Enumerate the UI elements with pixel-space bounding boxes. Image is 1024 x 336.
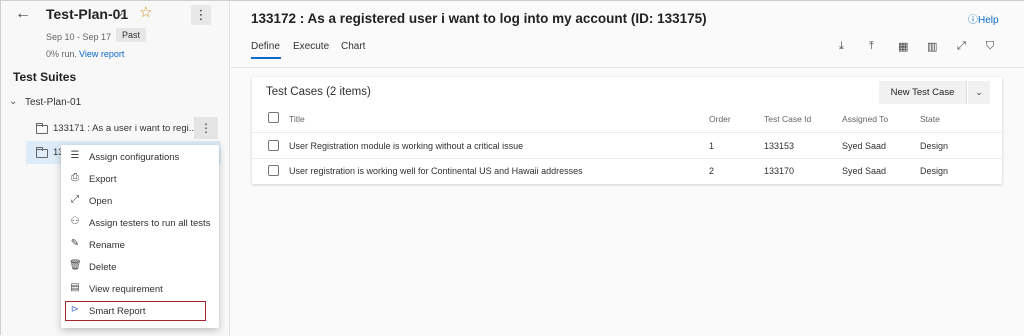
tree-suite-item[interactable]: 133171 : As a user i want to regi... [53,123,197,134]
menu-item-export[interactable]: ⎙ Export [61,168,219,190]
select-all-checkbox[interactable] [268,112,279,123]
folder-icon [36,147,48,158]
tab-chart[interactable]: Chart [341,41,365,52]
list-icon: ☰ [70,150,80,161]
menu-item-view-requirement[interactable]: ▤ View requirement [61,278,219,300]
divider [252,132,1002,133]
upload-icon[interactable]: ⤒ [869,40,874,53]
row-order: 1 [709,141,715,151]
row-state: Design [920,141,949,151]
test-cases-card: Test Cases (2 items) New Test Case ⌄ Tit… [252,77,1002,184]
active-tab-indicator [251,57,281,59]
row-test-case-id: 133153 [764,141,795,151]
tree-expand-icon[interactable]: ⌄ [9,96,17,107]
test-suites-heading: Test Suites [13,70,77,84]
tab-define[interactable]: Define [251,41,280,52]
menu-item-smart-report[interactable]: ⊳ Smart Report [64,300,207,322]
page-title: 133172 : As a registered user i want to … [251,11,707,26]
view-report-link[interactable]: View report [79,49,124,59]
row-assigned-to: Syed Saad [842,141,887,151]
fullscreen-icon[interactable]: ⤢ [957,40,966,53]
tab-execute[interactable]: Execute [293,41,329,52]
divider [230,67,1024,68]
plan-dates: Sep 10 - Sep 17 [46,32,112,42]
run-percentage: 0% run. [46,49,78,59]
back-arrow-icon[interactable]: ← [15,5,31,23]
row-state: Design [920,166,949,176]
star-icon[interactable]: ☆ [139,3,152,21]
rename-icon: ✎ [70,238,80,249]
download-icon[interactable]: ⤓ [839,40,844,53]
left-panel: ← Test-Plan-01 ⌄ ☆ ⋮ Sep 10 - Sep 17 Pas… [1,1,230,336]
assign-testers-icon: ⚇ [70,216,80,227]
column-options-icon[interactable]: ▥ [927,40,937,53]
column-header-title[interactable]: Title [289,114,305,124]
status-badge: Past [116,28,147,42]
folder-icon [36,123,48,134]
row-assigned-to: Syed Saad [842,166,887,176]
filter-icon[interactable]: ⛉ [986,40,994,53]
row-title[interactable]: User Registration module is working with… [289,141,523,151]
document-icon: ▤ [70,282,80,293]
help-icon: ⓘ [968,15,978,26]
expand-icon: ⤢ [71,194,79,205]
grid-icon[interactable]: ▦ [898,40,908,53]
new-test-case-button[interactable]: New Test Case [879,81,967,104]
row-title[interactable]: User registration is working well for Co… [289,166,583,176]
row-test-case-id: 133170 [764,166,795,176]
column-header-assigned-to[interactable]: Assigned To [842,114,888,124]
chevron-down-icon[interactable]: ⌄ [115,5,125,19]
chevron-down-icon[interactable]: ⌄ [968,81,990,104]
context-menu: ☰ Assign configurations ⎙ Export ⤢ Open … [61,145,219,328]
plan-more-button[interactable]: ⋮ [191,5,211,25]
row-checkbox[interactable] [268,165,279,176]
row-checkbox[interactable] [268,140,279,151]
smart-report-icon: ⊳ [70,304,80,315]
column-header-state[interactable]: State [920,114,940,124]
main-panel: 133172 : As a registered user i want to … [230,1,1024,336]
menu-item-delete[interactable]: 🗑 Delete [61,256,219,278]
column-header-test-case-id[interactable]: Test Case Id [764,114,811,124]
menu-item-assign-testers[interactable]: ⚇ Assign testers to run all tests [61,212,219,234]
menu-item-open[interactable]: ⤢ Open [61,190,219,212]
trash-icon: 🗑 [69,260,82,271]
menu-item-rename[interactable]: ✎ Rename [61,234,219,256]
menu-item-assign-configurations[interactable]: ☰ Assign configurations [61,146,219,168]
print-icon: ⎙ [71,172,79,183]
column-header-order[interactable]: Order [709,114,731,124]
suite-more-button[interactable]: ⋮ [194,117,218,139]
help-link[interactable]: ⓘHelp [968,11,999,26]
tree-plan-node[interactable]: Test-Plan-01 [25,97,81,108]
divider [252,158,1002,159]
card-title: Test Cases (2 items) [266,86,371,98]
row-order: 2 [709,166,715,176]
